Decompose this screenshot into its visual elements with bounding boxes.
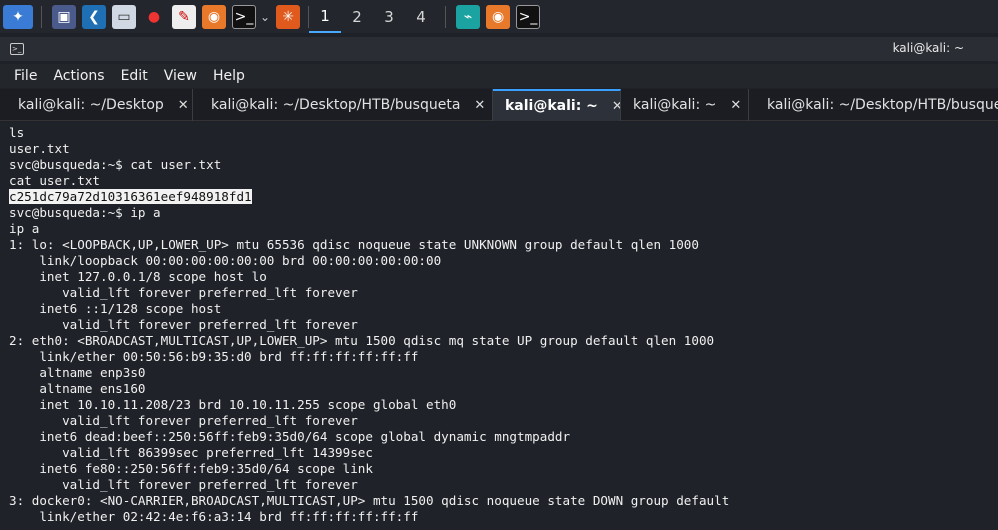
window-title: kali@kali: ~ <box>892 41 964 55</box>
terminal-line: link/loopback 00:00:00:00:00:00 brd 00:0… <box>9 253 442 268</box>
workspace-2[interactable]: 2 <box>341 0 373 33</box>
workspace-1[interactable]: 1 <box>309 0 342 33</box>
window-titlebar <box>0 37 998 61</box>
terminal-line: cat user.txt <box>9 173 100 188</box>
workspace-3[interactable]: 3 <box>373 0 405 33</box>
terminal-line: link/ether 02:42:4e:f6:a3:14 brd ff:ff:f… <box>9 509 419 524</box>
tab-label: kali@kali: ~/Desktop/HTB/busqueta <box>767 97 998 113</box>
cherrytree-icon[interactable]: ● <box>142 5 166 29</box>
chevron-down-icon[interactable]: ⌄ <box>260 10 270 24</box>
terminal-output[interactable]: ls user.txt svc@busqueda:~$ cat user.txt ca… <box>0 122 998 530</box>
panel-separator <box>41 5 42 28</box>
top-panel: ✦ ▣ ❮ ▭ ● ✎ ◉ >_ ⌄ ✳ 1 2 3 4 ⌁ ◉ >_ <box>0 0 998 33</box>
terminal-line: 2: eth0: <BROADCAST,MULTICAST,UP,LOWER_U… <box>9 333 715 348</box>
workspace-4[interactable]: 4 <box>405 0 437 33</box>
file-manager-icon[interactable]: ▭ <box>112 4 136 29</box>
burpsuite-icon[interactable]: ✳ <box>276 4 301 29</box>
tab-label: kali@kali: ~ <box>633 97 717 113</box>
terminal-line: 3: docker0: <NO-CARRIER,BROADCAST,MULTIC… <box>9 493 730 508</box>
terminal-line: valid_lft forever preferred_lft forever <box>9 285 358 300</box>
vscode-icon[interactable]: ❮ <box>82 4 106 29</box>
network-icon[interactable]: ⌁ <box>456 4 481 29</box>
terminal-line: valid_lft forever preferred_lft forever <box>9 413 358 428</box>
terminal-line: inet6 dead:beef::250:56ff:feb9:35d0/64 s… <box>9 429 571 444</box>
terminal-icon[interactable]: >_ <box>516 4 541 29</box>
terminal-line: link/ether 00:50:56:b9:35:d0 brd ff:ff:f… <box>9 349 419 364</box>
terminal-line: inet 127.0.0.1/8 scope host lo <box>9 269 267 284</box>
terminal-line: altname ens160 <box>9 381 146 396</box>
menu-help[interactable]: Help <box>213 68 245 84</box>
tab-label: kali@kali: ~/Desktop <box>18 97 164 113</box>
tab-busqueta-2[interactable]: kali@kali: ~/Desktop/HTB/busqueta <box>749 89 998 121</box>
terminal-line: valid_lft 86399sec preferred_lft 14399se… <box>9 445 373 460</box>
terminal-line: inet6 fe80::250:56ff:feb9:35d0/64 scope … <box>9 461 373 476</box>
terminal-line: svc@busqueda:~$ ip a <box>9 205 161 220</box>
tab-bar: kali@kali: ~/Desktop ✕ kali@kali: ~/Desk… <box>0 89 998 121</box>
tab-label: kali@kali: ~ <box>505 98 598 114</box>
menu-bar: File Actions Edit View Help <box>0 64 998 88</box>
close-icon[interactable]: ✕ <box>730 98 741 113</box>
close-icon[interactable]: ✕ <box>612 99 620 114</box>
terminal-line: svc@busqueda:~$ cat user.txt <box>9 157 222 172</box>
terminal-line: altname enp3s0 <box>9 365 146 380</box>
close-icon[interactable]: ✕ <box>474 98 485 113</box>
selected-text[interactable]: c251dc79a72d10316361eef948918fd1 <box>9 189 252 204</box>
menu-edit[interactable]: Edit <box>121 68 148 84</box>
tab-desktop[interactable]: kali@kali: ~/Desktop ✕ <box>0 89 193 121</box>
terminal-icon[interactable]: >_ <box>232 4 256 29</box>
terminal-line: user.txt <box>9 141 70 156</box>
tab-busqueta[interactable]: kali@kali: ~/Desktop/HTB/busqueta ✕ <box>193 89 493 121</box>
terminal-line: inet6 ::1/128 scope host <box>9 301 222 316</box>
tab-home[interactable]: kali@kali: ~ ✕ <box>621 89 749 121</box>
tab-label: kali@kali: ~/Desktop/HTB/busqueta <box>211 97 461 113</box>
terminal-line: valid_lft forever preferred_lft forever <box>9 317 358 332</box>
menu-view[interactable]: View <box>164 68 197 84</box>
firefox-icon[interactable]: ◉ <box>202 4 226 29</box>
terminal-line: ip a <box>9 221 40 236</box>
terminal-icon: >_ <box>10 43 24 55</box>
text-editor-icon[interactable]: ✎ <box>172 4 196 29</box>
firefox-icon[interactable]: ◉ <box>486 4 511 29</box>
panel-separator <box>445 5 447 28</box>
terminal-line: inet 10.10.11.208/23 brd 10.10.11.255 sc… <box>9 397 457 412</box>
menu-file[interactable]: File <box>14 68 37 84</box>
terminal-line: 1: lo: <LOOPBACK,UP,LOWER_UP> mtu 65536 … <box>9 237 699 252</box>
terminal-line: ls <box>9 125 25 140</box>
kali-menu-icon[interactable]: ✦ <box>3 4 33 29</box>
close-icon[interactable]: ✕ <box>178 98 189 113</box>
terminal-line: c251dc79a72d10316361eef948918fd1 <box>9 189 998 205</box>
tab-home-active[interactable]: kali@kali: ~ ✕ <box>493 89 621 121</box>
terminal-line: valid_lft forever preferred_lft forever <box>9 477 358 492</box>
workspace-icon[interactable]: ▣ <box>52 4 76 29</box>
menu-actions[interactable]: Actions <box>53 68 104 84</box>
